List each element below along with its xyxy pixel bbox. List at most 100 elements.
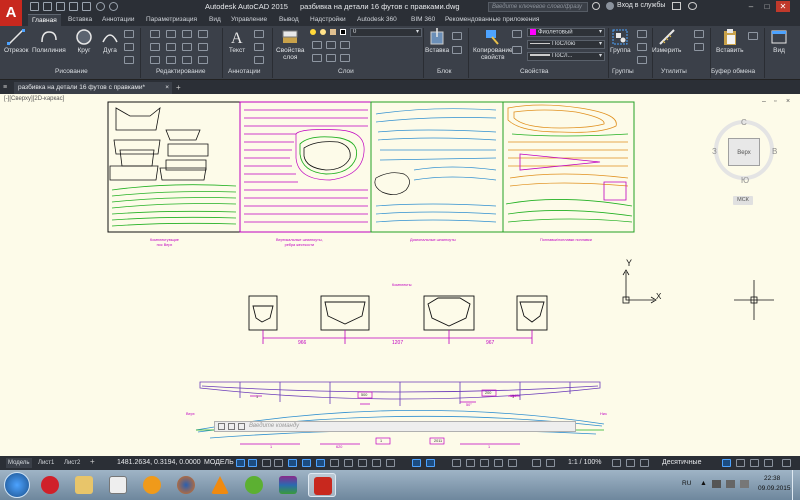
tab-annotate[interactable]: Аннотации [102,14,135,26]
isolate-objects-icon[interactable] [750,459,759,467]
maximize-button[interactable]: □ [760,1,774,12]
network-icon[interactable] [726,480,735,488]
polar-toggle-icon[interactable] [302,459,311,467]
workspace-icon[interactable] [494,459,503,467]
help-icon[interactable] [688,2,697,10]
close-command-icon[interactable] [218,423,225,430]
taskbar-explorer[interactable] [70,473,98,497]
properties-panel-label[interactable]: Свойства [520,68,549,75]
hardware-accel-icon[interactable] [466,459,475,467]
language-indicator[interactable]: RU [682,480,691,487]
offset-tool-icon[interactable] [198,56,208,64]
layer-properties-button[interactable]: Свойства слоя [276,28,305,61]
ortho-toggle-icon[interactable] [288,459,297,467]
block-panel-label[interactable]: Блок [437,68,452,75]
erase-tool-icon[interactable] [198,30,208,38]
viewcube-south[interactable]: Ю [741,176,749,185]
new-file-icon[interactable] [30,2,39,11]
tab-model[interactable]: Модель [6,458,32,468]
modify-panel-label[interactable]: Редактирование [156,68,206,75]
viewport-minimize-button[interactable]: – [762,98,766,105]
undo-icon[interactable] [96,2,105,11]
customization-menu-icon[interactable] [782,459,791,467]
mirror-tool-icon[interactable] [166,43,176,51]
rotate-tool-icon[interactable] [166,30,176,38]
taskbar-document[interactable] [104,473,132,497]
layer-freeze-icon[interactable] [320,29,326,35]
tab-home[interactable]: Главная [28,14,61,26]
lineweight-dropdown[interactable]: ПоСл... ▾ [527,52,605,61]
search-icon[interactable] [592,2,600,10]
taskbar-player[interactable] [138,473,166,497]
search-input[interactable]: Введите ключевое слово/фразу [488,2,588,12]
viewcube-west[interactable]: З [712,147,717,156]
show-desktop-button[interactable] [792,470,800,500]
new-tab-icon[interactable]: + [176,83,181,92]
plus-icon[interactable] [626,459,635,467]
layer-lock-icon[interactable] [330,29,336,35]
settings-gear-icon[interactable] [612,459,621,467]
clean-screen-icon[interactable] [480,459,489,467]
tab-view[interactable]: Вид [209,14,221,26]
annotation-monitor-icon[interactable] [508,459,517,467]
paste-button[interactable]: Вставить [716,28,744,54]
taskbar-vlc[interactable] [206,473,234,497]
quick-properties-icon[interactable] [722,459,731,467]
minimize-button[interactable]: – [744,1,758,12]
match-properties-button[interactable]: Копирование свойств [473,28,513,61]
lineweight-toggle-icon[interactable] [344,459,353,467]
command-line[interactable]: Введите команду [214,421,576,432]
group-tool-icon[interactable] [637,30,647,38]
annotation-scale-icon[interactable] [546,459,555,467]
viewport-restore-button[interactable]: ▫ [774,98,776,105]
isolate-objects-icon[interactable] [452,459,461,467]
explode-tool-icon[interactable] [198,43,208,51]
rectangle-tool-icon[interactable] [124,30,134,38]
table-tool-icon[interactable] [254,56,264,64]
scale-tool-icon[interactable] [166,56,176,64]
groups-panel-label[interactable]: Группы [612,68,634,75]
tab-layout-1[interactable]: Лист1 [36,458,56,468]
application-menu-button[interactable]: A [0,0,22,26]
ucs-dropdown[interactable]: МСК [733,196,753,205]
layer-tool-icon[interactable] [312,54,322,62]
measure-button[interactable]: Измерить [652,28,681,54]
array-tool-icon[interactable] [182,56,192,64]
graphics-performance-icon[interactable] [764,459,773,467]
model-space-button[interactable]: МОДЕЛЬ [204,459,234,466]
layer-color-icon[interactable] [340,29,346,35]
tab-layout-2[interactable]: Лист2 [62,458,82,468]
volume-icon[interactable] [740,480,749,488]
ellipse-tool-icon[interactable] [124,56,134,64]
hatch-tool-icon[interactable] [124,43,134,51]
annotation-scale-dropdown[interactable]: 1:1 / 100% [568,459,601,466]
annotation-panel-label[interactable]: Аннотации [228,68,261,75]
coordinates-readout[interactable]: 1481.2634, 0.3194, 0.0000 [117,459,201,466]
grid-toggle-icon[interactable] [236,459,245,467]
line-button[interactable]: Отрезок [4,28,29,54]
recent-commands-icon[interactable] [238,423,245,430]
save-as-icon[interactable] [69,2,78,11]
layer-on-icon[interactable] [310,29,316,35]
tab-insert[interactable]: Вставка [68,14,92,26]
close-tab-icon[interactable]: × [165,82,169,94]
redo-icon[interactable] [109,2,118,11]
fillet-tool-icon[interactable] [182,43,192,51]
clock-date[interactable]: 09.09.2015 [758,485,791,492]
annotation-scale-icon[interactable] [532,459,541,467]
tab-parametric[interactable]: Параметризация [146,14,197,26]
edit-block-icon[interactable] [452,46,462,54]
group-tool-icon[interactable] [637,56,647,64]
taskbar-utorrent[interactable] [240,473,268,497]
start-button[interactable] [4,472,30,498]
group-button[interactable]: Группа [610,28,631,54]
leader-tool-icon[interactable] [254,43,264,51]
exchange-apps-icon[interactable] [672,2,681,10]
file-tab-drawing[interactable]: разбивка на детали 16 футов с правками* × [14,82,172,94]
tab-autodesk-360[interactable]: Autodesk 360 [357,14,397,26]
sign-in-button[interactable]: Вход в службы [617,2,665,9]
layer-tool-icon[interactable] [340,54,350,62]
auto-scale-icon[interactable] [426,459,435,467]
tab-featured-apps[interactable]: Рекомендованные приложения [445,14,539,26]
units-dropdown[interactable]: Десятичные [662,459,701,466]
